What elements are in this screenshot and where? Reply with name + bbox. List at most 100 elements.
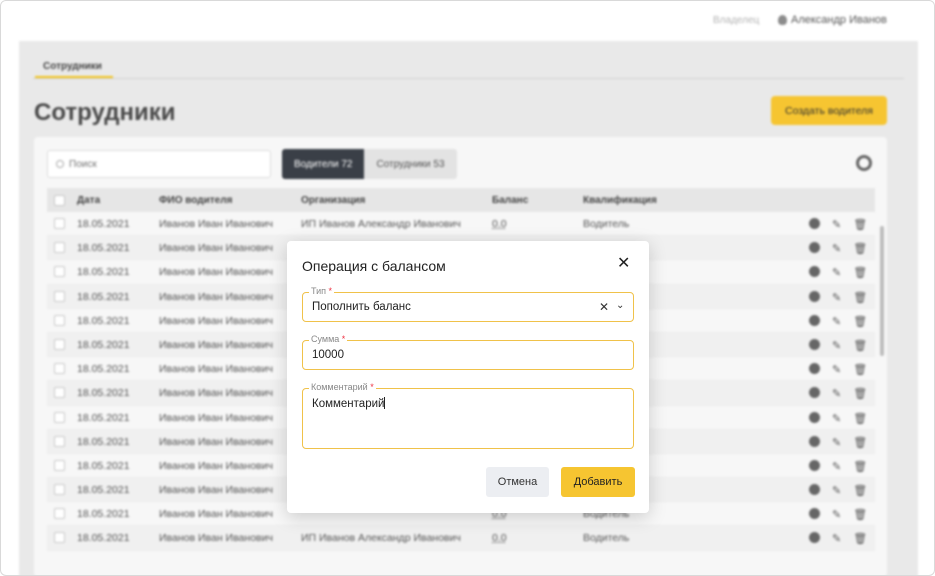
column-qualification[interactable]: Квалификация	[583, 195, 657, 206]
row-actions: ✎ 🗑	[809, 363, 867, 376]
trash-icon[interactable]: 🗑	[853, 508, 867, 521]
row-checkbox[interactable]	[54, 387, 65, 399]
column-date[interactable]: Дата	[77, 195, 100, 206]
row-date: 18.05.2021	[77, 435, 130, 448]
cancel-button[interactable]: Отмена	[486, 467, 549, 497]
balance-icon[interactable]	[809, 484, 820, 496]
type-select[interactable]: Тип * Пополнить баланс ✕ ⌄	[302, 286, 634, 322]
trash-icon[interactable]: 🗑	[853, 436, 867, 449]
row-name: Иванов Иван Иванович	[159, 218, 273, 230]
row-checkbox[interactable]	[54, 508, 65, 520]
segment-drivers[interactable]: Водители 72	[282, 149, 365, 179]
trash-icon[interactable]: 🗑	[853, 532, 867, 545]
row-date: 18.05.2021	[77, 387, 130, 400]
search-box[interactable]	[47, 150, 271, 178]
row-checkbox[interactable]	[54, 411, 65, 423]
trash-icon[interactable]: 🗑	[853, 460, 867, 473]
balance-icon[interactable]	[809, 242, 820, 254]
edit-icon[interactable]: ✎	[832, 315, 841, 328]
column-balance[interactable]: Баланс	[492, 195, 528, 206]
amount-label: Сумма *	[309, 334, 348, 344]
edit-icon[interactable]: ✎	[832, 532, 841, 545]
gear-icon[interactable]	[856, 155, 872, 171]
edit-icon[interactable]: ✎	[832, 484, 841, 497]
row-name: Иванов Иван Иванович	[159, 338, 273, 351]
balance-icon[interactable]	[809, 266, 820, 278]
scrollbar[interactable]	[880, 226, 884, 356]
amount-field[interactable]: Сумма * 10000	[302, 334, 634, 370]
type-value: Пополнить баланс	[312, 301, 411, 313]
balance-icon[interactable]	[809, 411, 820, 423]
column-name[interactable]: ФИО водителя	[159, 195, 232, 206]
edit-icon[interactable]: ✎	[832, 218, 841, 231]
column-org[interactable]: Организация	[301, 195, 365, 206]
balance-icon[interactable]	[809, 290, 820, 302]
trash-icon[interactable]: 🗑	[853, 242, 867, 255]
trash-icon[interactable]: 🗑	[853, 484, 867, 497]
row-checkbox[interactable]	[54, 484, 65, 496]
chevron-down-icon[interactable]: ⌄	[616, 300, 624, 311]
row-balance[interactable]: 0.0	[492, 218, 507, 230]
add-button[interactable]: Добавить	[561, 467, 635, 497]
create-driver-button[interactable]: Создать водителя	[771, 96, 887, 125]
edit-icon[interactable]: ✎	[832, 363, 841, 376]
row-date: 18.05.2021	[77, 242, 130, 255]
edit-icon[interactable]: ✎	[832, 339, 841, 352]
row-date: 18.05.2021	[77, 411, 130, 424]
row-checkbox[interactable]	[54, 242, 65, 254]
edit-icon[interactable]: ✎	[832, 387, 841, 400]
row-checkbox[interactable]	[54, 435, 65, 447]
trash-icon[interactable]: 🗑	[853, 363, 867, 376]
trash-icon[interactable]: 🗑	[853, 315, 867, 328]
trash-icon[interactable]: 🗑	[853, 291, 867, 304]
trash-icon[interactable]: 🗑	[853, 339, 867, 352]
edit-icon[interactable]: ✎	[832, 412, 841, 425]
comment-field[interactable]: Комментарий * Комментарий	[302, 382, 634, 449]
balance-icon[interactable]	[809, 435, 820, 447]
row-balance[interactable]: 0.0	[492, 532, 507, 544]
top-bar: Владелец Александр Иванов	[1, 1, 934, 41]
row-actions: ✎ 🗑	[809, 508, 867, 521]
balance-icon[interactable]	[809, 508, 820, 520]
select-all-checkbox[interactable]	[54, 195, 65, 206]
user-menu[interactable]: Александр Иванов	[778, 14, 887, 26]
trash-icon[interactable]: 🗑	[853, 412, 867, 425]
balance-icon[interactable]	[809, 363, 820, 375]
edit-icon[interactable]: ✎	[832, 266, 841, 279]
row-checkbox[interactable]	[54, 532, 65, 544]
edit-icon[interactable]: ✎	[832, 508, 841, 521]
row-checkbox[interactable]	[54, 266, 65, 278]
row-date: 18.05.2021	[77, 508, 130, 521]
edit-icon[interactable]: ✎	[832, 460, 841, 473]
balance-icon[interactable]	[809, 459, 820, 471]
table-row[interactable]: 18.05.2021 Иванов Иван Иванович ИП Иванов …	[47, 212, 875, 237]
type-label: Тип *	[309, 286, 335, 296]
edit-icon[interactable]: ✎	[832, 291, 841, 304]
row-checkbox[interactable]	[54, 290, 65, 302]
balance-icon[interactable]	[809, 387, 820, 399]
table-row[interactable]: 18.05.2021 Иванов Иван Иванович ИП Иванов …	[47, 526, 875, 551]
row-checkbox[interactable]	[54, 314, 65, 326]
close-icon[interactable]: ✕	[617, 255, 630, 273]
clear-icon[interactable]: ✕	[599, 300, 609, 314]
balance-icon[interactable]	[809, 338, 820, 350]
edit-icon[interactable]: ✎	[832, 242, 841, 255]
row-name: Иванов Иван Иванович	[159, 363, 273, 376]
user-icon	[778, 15, 787, 25]
tab-employees[interactable]: Сотрудники	[43, 61, 102, 72]
row-checkbox[interactable]	[54, 459, 65, 471]
row-checkbox[interactable]	[54, 218, 65, 229]
row-actions: ✎ 🗑	[809, 242, 867, 255]
edit-icon[interactable]: ✎	[832, 436, 841, 449]
row-checkbox[interactable]	[54, 338, 65, 350]
balance-icon[interactable]	[809, 532, 820, 544]
trash-icon[interactable]: 🗑	[853, 266, 867, 279]
trash-icon[interactable]: 🗑	[853, 218, 867, 231]
comment-value: Комментарий	[312, 397, 386, 410]
balance-icon[interactable]	[809, 218, 820, 229]
trash-icon[interactable]: 🗑	[853, 387, 867, 400]
row-checkbox[interactable]	[54, 363, 65, 375]
search-input[interactable]	[69, 158, 249, 170]
balance-icon[interactable]	[809, 314, 820, 326]
segment-employees[interactable]: Сотрудники 53	[364, 149, 457, 179]
